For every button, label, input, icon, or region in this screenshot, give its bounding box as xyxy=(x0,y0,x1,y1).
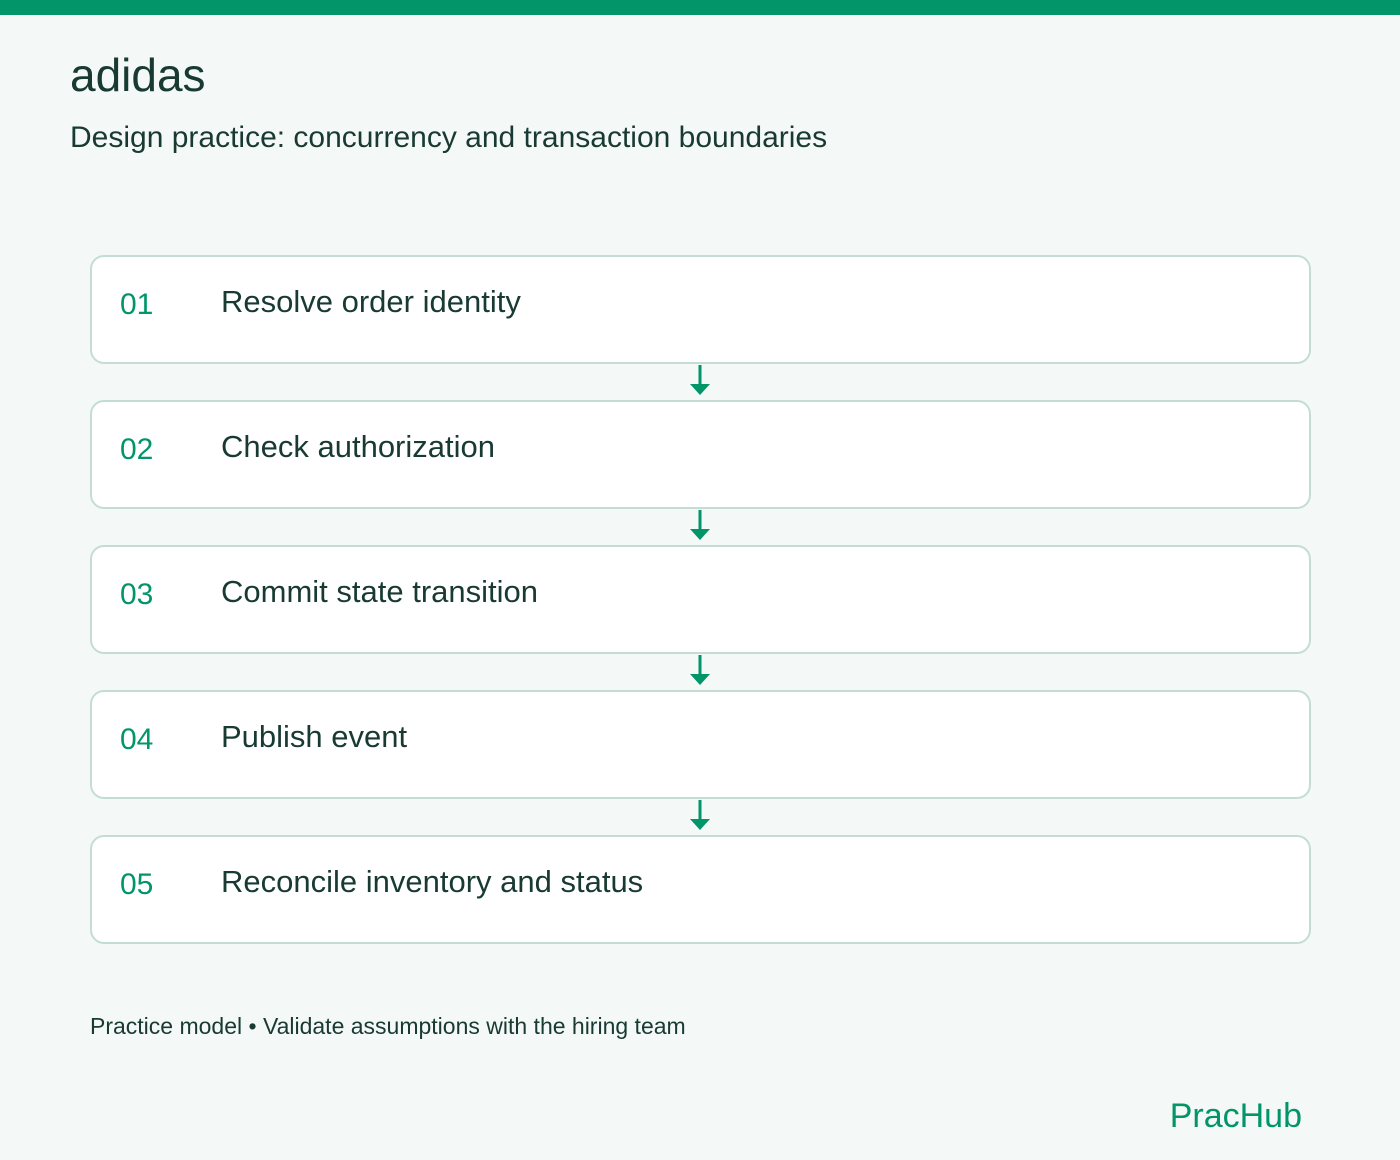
step-label: Reconcile inventory and status xyxy=(221,864,644,899)
step-label: Check authorization xyxy=(221,429,495,464)
arrow-down-icon xyxy=(690,655,710,685)
arrow-down-icon xyxy=(690,510,710,540)
page-title: adidas xyxy=(70,49,206,101)
step-number: 04 xyxy=(120,723,154,756)
step-card-2: 02 Check authorization xyxy=(90,400,1311,509)
footnote: Practice model • Validate assumptions wi… xyxy=(90,1013,686,1039)
page-subtitle: Design practice: concurrency and transac… xyxy=(70,121,828,154)
step-card-5: 05 Reconcile inventory and status xyxy=(90,835,1311,944)
step-number: 02 xyxy=(120,433,154,466)
step-card-4: 04 Publish event xyxy=(90,690,1311,799)
step-card-3: 03 Commit state transition xyxy=(90,545,1311,654)
step-card-1: 01 Resolve order identity xyxy=(90,255,1311,364)
arrow-down-icon xyxy=(690,365,710,395)
top-accent-bar xyxy=(0,0,1400,15)
step-label: Commit state transition xyxy=(221,574,538,609)
step-label: Publish event xyxy=(221,719,408,754)
prachub-logo: PracHub xyxy=(1169,1097,1302,1135)
arrow-down-icon xyxy=(690,800,710,830)
step-number: 03 xyxy=(120,578,154,611)
step-number: 01 xyxy=(120,288,154,321)
step-label: Resolve order identity xyxy=(221,284,521,319)
step-number: 05 xyxy=(120,868,154,901)
